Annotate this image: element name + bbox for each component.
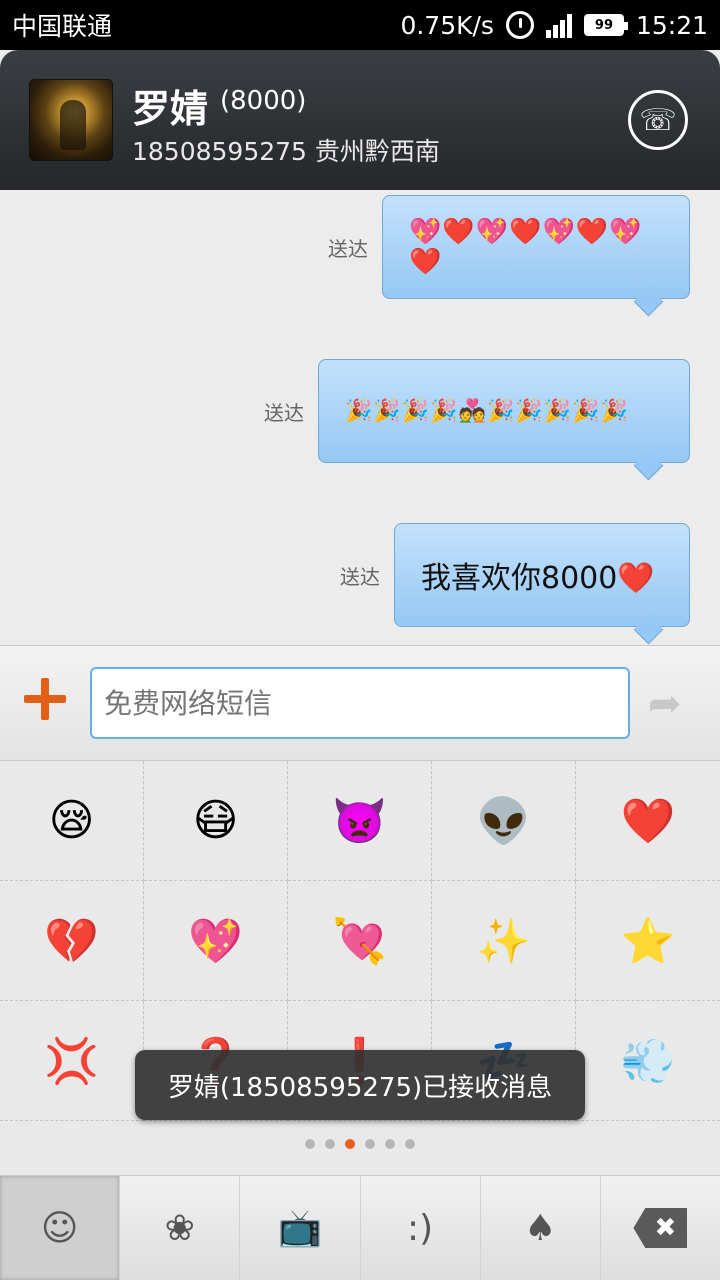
message-bubble[interactable]: 💖❤️💖❤️💖❤️💖❤️: [382, 195, 690, 299]
message-row: 送达 🎉🎉🎉🎉💑🎉🎉🎉🎉🎉: [264, 359, 690, 463]
backspace-icon: ✖: [633, 1208, 688, 1248]
page-dot-active[interactable]: [345, 1139, 355, 1149]
page-dot[interactable]: [365, 1139, 375, 1149]
message-text: 我喜欢你8000❤️: [421, 561, 655, 596]
toast-notification: 罗婧(18508595275)已接收消息: [135, 1050, 585, 1120]
message-text: 🎉🎉🎉🎉💑🎉🎉🎉🎉🎉: [345, 398, 629, 424]
emoji-imp[interactable]: 👿: [288, 761, 432, 881]
message-row: 送达 我喜欢你8000❤️: [340, 523, 690, 627]
clock: 15:21: [635, 10, 708, 40]
plus-icon: [41, 678, 49, 720]
tab-flowers[interactable]: ❀: [120, 1176, 241, 1280]
message-bubble[interactable]: 我喜欢你8000❤️: [394, 523, 690, 627]
emoji-category-bar: ☺ ❀ 📺 :) ♠ ✖: [0, 1175, 720, 1280]
flower-icon: ❀: [164, 1207, 195, 1249]
call-button[interactable]: ☏: [628, 90, 688, 150]
emoji-alien[interactable]: 👽: [432, 761, 576, 881]
contact-tag: (8000): [220, 86, 307, 116]
send-button[interactable]: ➦: [648, 684, 698, 724]
emoji-broken-heart[interactable]: 💔: [0, 881, 144, 1001]
tab-text-emoticons[interactable]: :): [361, 1176, 481, 1280]
alarm-icon: [505, 11, 534, 39]
contact-name: 罗婧: [132, 87, 209, 131]
battery-icon: 99: [583, 14, 628, 36]
compose-bar: ➦: [0, 645, 720, 760]
page-dot[interactable]: [405, 1139, 415, 1149]
page-dot[interactable]: [385, 1139, 395, 1149]
message-bubble[interactable]: 🎉🎉🎉🎉💑🎉🎉🎉🎉🎉: [318, 359, 690, 463]
emoji-heart[interactable]: ❤️: [576, 761, 720, 881]
emoji-mask[interactable]: 😷: [144, 761, 288, 881]
smiley-icon: ☺: [40, 1207, 79, 1249]
signal-icon: [545, 12, 572, 38]
spade-icon: ♠: [524, 1207, 557, 1249]
send-arrow-icon: ➦: [648, 681, 682, 727]
page-dot[interactable]: [305, 1139, 315, 1149]
status-icons: 0.75K/s 99 15:21: [400, 11, 708, 40]
delivery-status: 送达: [328, 236, 368, 261]
emoji-sleepy[interactable]: 😪: [0, 761, 144, 881]
tab-symbols[interactable]: ♠: [481, 1176, 601, 1280]
emoji-anger[interactable]: 💢: [0, 1001, 144, 1121]
page-indicator: [0, 1139, 720, 1149]
message-row: 送达 💖❤️💖❤️💖❤️💖❤️: [328, 195, 690, 299]
emoji-sparkling-heart[interactable]: 💖: [144, 881, 288, 1001]
text-emoticon-icon: :): [407, 1207, 434, 1249]
avatar[interactable]: [30, 80, 112, 160]
message-text: 💖❤️💖❤️💖❤️💖❤️: [409, 217, 643, 277]
phone-icon: ☏: [639, 102, 677, 138]
contact-phone-location: 18508595275 贵州黔西南: [132, 137, 440, 166]
tv-icon: 📺: [277, 1208, 323, 1249]
delete-button[interactable]: ✖: [601, 1176, 720, 1280]
emoji-sparkles[interactable]: ✨: [432, 881, 576, 1001]
page-dot[interactable]: [325, 1139, 335, 1149]
message-input[interactable]: [90, 667, 630, 739]
tab-smileys[interactable]: ☺: [0, 1176, 121, 1280]
delivery-status: 送达: [264, 400, 304, 425]
status-bar: 中国联通 0.75K/s 99 15:21: [0, 0, 720, 50]
add-attachment-button[interactable]: [22, 676, 68, 722]
carrier-name: 中国联通: [12, 12, 113, 41]
emoji-cupid[interactable]: 💘: [288, 881, 432, 1001]
contact-header: 罗婧 (8000) 18508595275 贵州黔西南 ☏: [0, 50, 720, 190]
emoji-star[interactable]: ⭐: [576, 881, 720, 1001]
network-speed: 0.75K/s: [400, 10, 494, 40]
tab-objects[interactable]: 📺: [240, 1176, 361, 1280]
emoji-dash[interactable]: 💨: [576, 1001, 720, 1121]
delivery-status: 送达: [340, 564, 380, 589]
conversation-list[interactable]: 送达 💖❤️💖❤️💖❤️💖❤️ 送达 🎉🎉🎉🎉💑🎉🎉🎉🎉🎉 送达 我喜欢你800…: [0, 190, 720, 645]
